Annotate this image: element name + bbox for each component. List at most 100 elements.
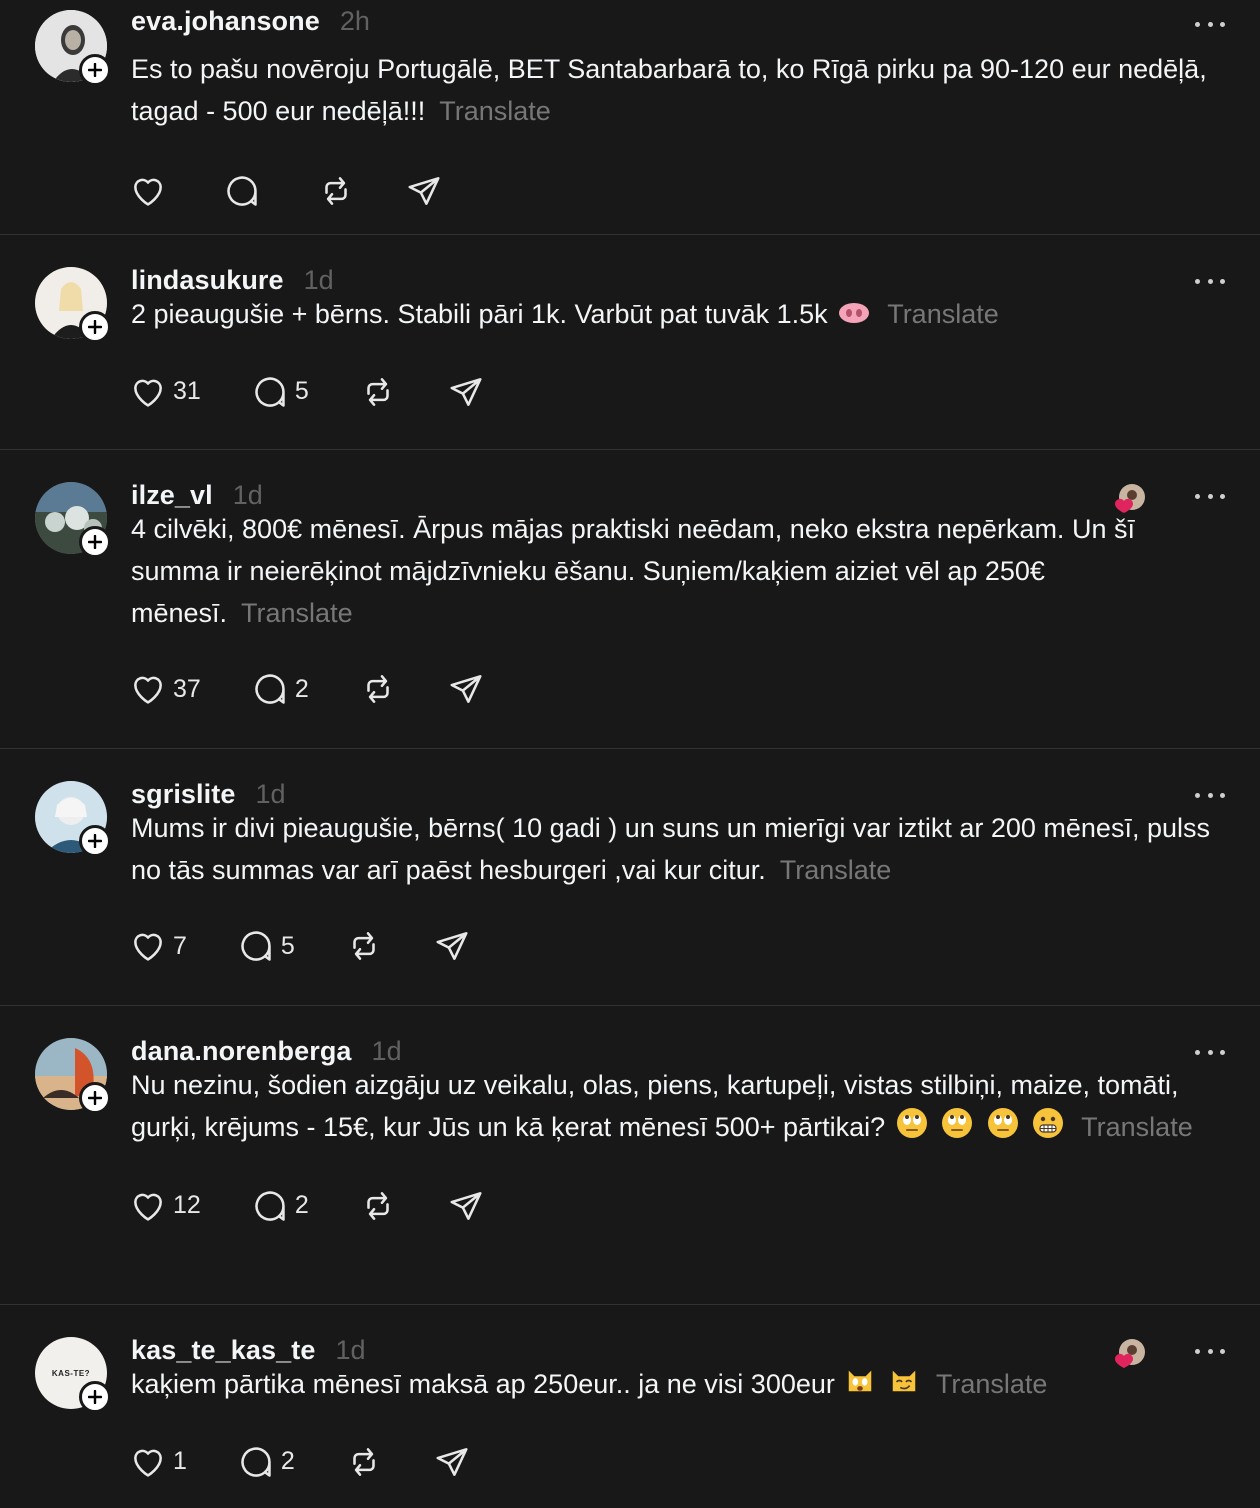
share-button[interactable] (447, 373, 485, 411)
heart-icon (134, 933, 162, 961)
avatar[interactable] (35, 10, 111, 86)
follow-plus-icon[interactable] (79, 526, 111, 558)
reply-count: 5 (294, 377, 309, 406)
heart-icon (134, 379, 162, 407)
post-text: kaķiem pārtika mēnesī maksā ap 250eur.. … (131, 1369, 835, 1399)
comment-icon (241, 1447, 271, 1477)
like-button[interactable]: 1 (129, 1443, 187, 1481)
post: eva.johansone 2h Es to pašu novēroju Por… (0, 0, 1260, 235)
like-count: 31 (173, 377, 201, 406)
like-button[interactable]: 37 (129, 670, 201, 708)
post-text: Nu nezinu, šodien aizgāju uz veikalu, ol… (131, 1070, 1179, 1142)
avatar[interactable] (35, 1038, 111, 1114)
timestamp[interactable]: 1d (304, 265, 334, 296)
repost-button[interactable] (345, 927, 383, 965)
follow-plus-icon[interactable] (79, 54, 111, 86)
timestamp[interactable]: 2h (340, 6, 370, 37)
post-text: 2 pieaugušie + bērns. Stabili pāri 1k. V… (131, 299, 828, 329)
follow-plus-icon[interactable] (79, 825, 111, 857)
username[interactable]: ilze_vl (131, 480, 213, 511)
translate-link[interactable]: Translate (887, 299, 999, 329)
username[interactable]: kas_te_kas_te (131, 1335, 315, 1366)
reply-button[interactable]: 5 (237, 927, 295, 965)
like-button[interactable]: 7 (129, 927, 187, 965)
username[interactable]: dana.norenberga (131, 1036, 352, 1067)
post: lindasukure 1d 2 pieaugušie + bērns. Sta… (0, 235, 1260, 450)
repost-icon (353, 1447, 375, 1476)
reply-button[interactable]: 2 (251, 1187, 309, 1225)
reply-button[interactable]: 5 (251, 373, 309, 411)
more-options-icon[interactable] (1195, 18, 1225, 30)
timestamp[interactable]: 1d (255, 779, 285, 810)
post-text: Es to pašu novēroju Portugālē, BET Santa… (131, 54, 1207, 126)
repost-icon (325, 177, 347, 205)
follow-plus-icon[interactable] (79, 311, 111, 343)
send-icon (436, 932, 468, 960)
avatar[interactable] (35, 482, 111, 558)
repost-button[interactable] (359, 670, 397, 708)
post: sgrislite 1d Mums ir divi pieaugušie, bē… (0, 749, 1260, 1006)
smirk-cat-emoji (889, 1365, 919, 1407)
more-options-icon[interactable] (1195, 275, 1225, 287)
repost-button[interactable] (317, 172, 355, 210)
translate-link[interactable]: Translate (241, 598, 353, 628)
grimacing-emoji (1032, 1107, 1064, 1151)
like-button[interactable]: 12 (129, 1187, 201, 1225)
repost-icon (366, 675, 389, 703)
avatar-logo-text: KAS-TE? (51, 1368, 91, 1378)
timestamp[interactable]: 1d (372, 1036, 402, 1067)
reply-count: 2 (280, 1447, 295, 1476)
liked-by-author-badge (1113, 482, 1145, 514)
translate-link[interactable]: Translate (439, 96, 551, 126)
share-button[interactable] (433, 927, 471, 965)
avatar[interactable]: KAS-TE? (35, 1337, 111, 1413)
weary-cat-emoji (845, 1365, 875, 1407)
username[interactable]: sgrislite (131, 779, 235, 810)
avatar[interactable] (35, 781, 111, 857)
repost-button[interactable] (359, 1187, 397, 1225)
post: KAS-TE? kas_te_kas_te 1d kaķiem pārtika … (0, 1305, 1260, 1508)
share-button[interactable] (447, 1187, 485, 1225)
username[interactable]: eva.johansone (131, 6, 320, 37)
reply-button[interactable] (223, 172, 267, 210)
repost-button[interactable] (359, 373, 397, 411)
like-count: 37 (173, 674, 201, 703)
more-options-icon[interactable] (1195, 1046, 1225, 1058)
share-button[interactable] (405, 172, 443, 210)
avatar[interactable] (35, 267, 111, 343)
more-options-icon[interactable] (1195, 1345, 1225, 1357)
follow-plus-icon[interactable] (79, 1082, 111, 1114)
reply-button[interactable]: 2 (251, 670, 309, 708)
eye-roll-emoji (987, 1107, 1019, 1151)
translate-link[interactable]: Translate (936, 1369, 1048, 1399)
timestamp[interactable]: 1d (335, 1335, 365, 1366)
share-button[interactable] (433, 1443, 471, 1481)
like-button[interactable]: 31 (129, 373, 201, 411)
reply-button[interactable]: 2 (237, 1443, 295, 1481)
replies-feed: eva.johansone 2h Es to pašu novēroju Por… (0, 0, 1260, 1508)
post: ilze_vl 1d 4 cilvēki, 800€ mēnesī. Ārpus… (0, 450, 1260, 749)
repost-button[interactable] (345, 1443, 383, 1481)
timestamp[interactable]: 1d (233, 480, 263, 511)
like-count: 7 (173, 931, 187, 960)
comment-icon (255, 377, 285, 407)
repost-icon (366, 377, 389, 406)
more-options-icon[interactable] (1195, 789, 1225, 801)
translate-link[interactable]: Translate (1081, 1112, 1193, 1142)
share-button[interactable] (447, 670, 485, 708)
post-text: Mums ir divi pieaugušie, bērns( 10 gadi … (131, 813, 1210, 885)
repost-icon (366, 1191, 389, 1220)
repost-icon (353, 932, 375, 960)
heart-icon (134, 1193, 162, 1221)
username[interactable]: lindasukure (131, 265, 284, 296)
translate-link[interactable]: Translate (780, 855, 892, 885)
heart-icon (134, 676, 162, 704)
send-icon (436, 1447, 468, 1476)
more-options-icon[interactable] (1195, 490, 1225, 502)
post: dana.norenberga 1d Nu nezinu, šodien aiz… (0, 1006, 1260, 1305)
like-button[interactable] (129, 172, 173, 210)
comment-icon (255, 1191, 285, 1221)
comment-icon (255, 674, 285, 704)
follow-plus-icon[interactable] (79, 1381, 111, 1413)
send-icon (408, 177, 440, 205)
